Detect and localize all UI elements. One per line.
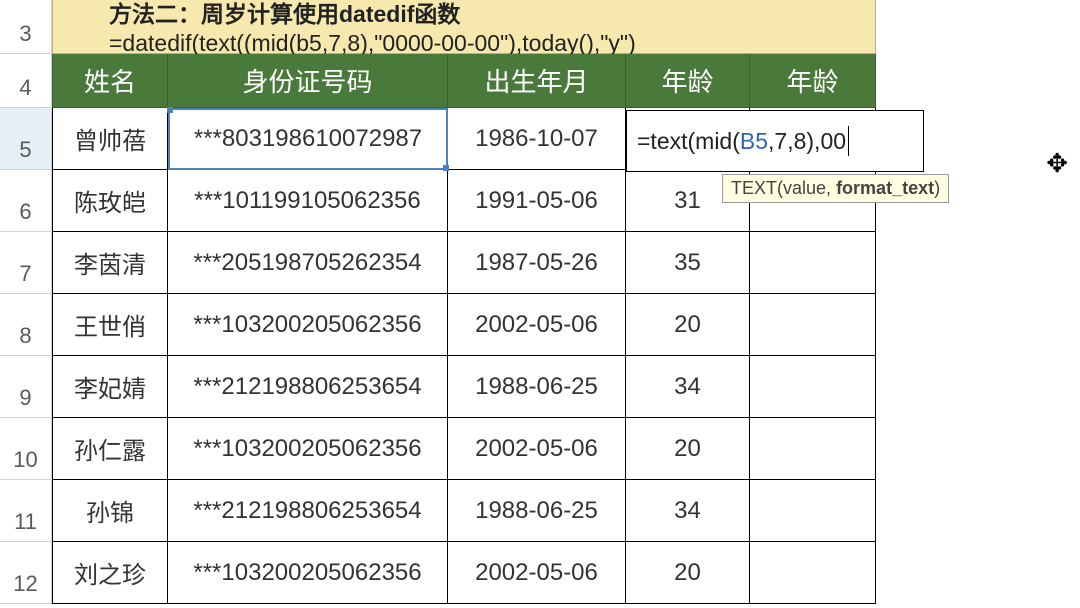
cell-dob[interactable]: 2002-05-06: [448, 418, 626, 480]
cell-age2[interactable]: [750, 356, 876, 418]
cell-name[interactable]: 曾帅蓓: [52, 108, 168, 170]
cell-dob[interactable]: 2002-05-06: [448, 294, 626, 356]
cell-name[interactable]: 刘之珍: [52, 542, 168, 604]
row-header-9[interactable]: 9: [0, 356, 52, 418]
col-header-name[interactable]: 姓名: [52, 54, 168, 108]
cell-age2[interactable]: [750, 418, 876, 480]
cell-formula-edit[interactable]: =text(mid(B5,7,8),00: [626, 110, 924, 172]
col-header-age2[interactable]: 年龄: [750, 54, 876, 108]
cell-name[interactable]: 孙仁露: [52, 418, 168, 480]
col-header-dob[interactable]: 出生年月: [448, 54, 626, 108]
col-header-id[interactable]: 身份证号码: [168, 54, 448, 108]
note-banner[interactable]: 方法二：周岁计算使用datedif函数 =datedif(text((mid(b…: [52, 0, 876, 54]
formula-text-post: ,7,8),00: [768, 128, 846, 155]
cell-id[interactable]: ***103200205062356: [168, 294, 448, 356]
formula-tooltip: TEXT(value, format_text): [722, 174, 949, 203]
cell-id[interactable]: ***212198806253654: [168, 480, 448, 542]
cell-age1[interactable]: 20: [626, 294, 750, 356]
cell-dob[interactable]: 1988-06-25: [448, 356, 626, 418]
text-cursor: [848, 126, 849, 156]
row-header-11[interactable]: 11: [0, 480, 52, 542]
cell-name[interactable]: 陈玫皑: [52, 170, 168, 232]
cell-id[interactable]: ***205198705262354: [168, 232, 448, 294]
cell-name[interactable]: 李妃婧: [52, 356, 168, 418]
cell-id-selected[interactable]: ***803198610072987: [168, 108, 448, 170]
row-header-10[interactable]: 10: [0, 418, 52, 480]
cell-dob[interactable]: 1991-05-06: [448, 170, 626, 232]
row-header-8[interactable]: 8: [0, 294, 52, 356]
spreadsheet-grid[interactable]: 3 方法二：周岁计算使用datedif函数 =datedif(text((mid…: [0, 0, 1080, 604]
cell-age1[interactable]: 20: [626, 418, 750, 480]
note-line-1: 方法二：周岁计算使用datedif函数: [109, 0, 865, 29]
tooltip-arg1: value: [783, 178, 826, 198]
cell-dob[interactable]: 2002-05-06: [448, 542, 626, 604]
cell-name[interactable]: 李茵清: [52, 232, 168, 294]
cell-dob[interactable]: 1986-10-07: [448, 108, 626, 170]
cell-age1[interactable]: 35: [626, 232, 750, 294]
cell-name[interactable]: 王世俏: [52, 294, 168, 356]
cell-age1[interactable]: 34: [626, 356, 750, 418]
cell-id[interactable]: ***103200205062356: [168, 418, 448, 480]
cell-age2[interactable]: [750, 232, 876, 294]
cell-id[interactable]: ***212198806253654: [168, 356, 448, 418]
formula-ref: B5: [740, 128, 768, 155]
row-header-6[interactable]: 6: [0, 170, 52, 232]
cell-age1[interactable]: 20: [626, 542, 750, 604]
cell-age2[interactable]: [750, 294, 876, 356]
row-header-5[interactable]: 5: [0, 108, 52, 170]
cell-age2[interactable]: [750, 542, 876, 604]
tooltip-arg2: format_text: [836, 178, 934, 198]
formula-text-pre: =text(mid(: [637, 128, 740, 155]
cell-id[interactable]: ***103200205062356: [168, 542, 448, 604]
row-header-12[interactable]: 12: [0, 542, 52, 604]
cell-age2[interactable]: [750, 480, 876, 542]
cell-id[interactable]: ***101199105062356: [168, 170, 448, 232]
cell-dob[interactable]: 1987-05-26: [448, 232, 626, 294]
cell-dob[interactable]: 1988-06-25: [448, 480, 626, 542]
row-header-3[interactable]: 3: [0, 0, 52, 54]
row-header-7[interactable]: 7: [0, 232, 52, 294]
row-header-4[interactable]: 4: [0, 54, 52, 108]
cell-age1[interactable]: 34: [626, 480, 750, 542]
cell-name[interactable]: 孙锦: [52, 480, 168, 542]
tooltip-fn: TEXT: [731, 178, 777, 198]
move-cursor-icon: ✥: [1046, 148, 1068, 179]
col-header-age1[interactable]: 年龄: [626, 54, 750, 108]
